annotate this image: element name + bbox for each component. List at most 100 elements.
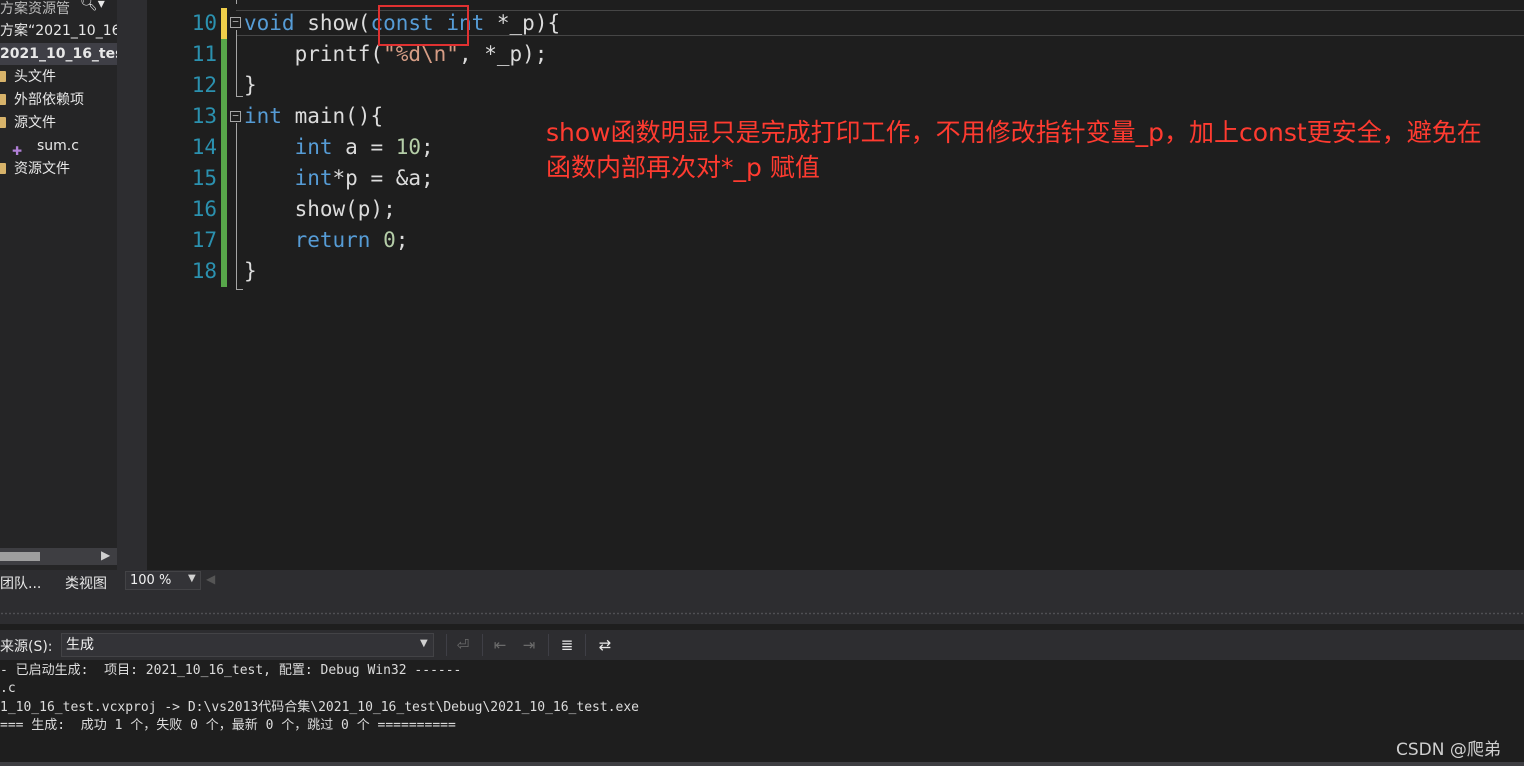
- chevron-down-icon[interactable]: ▼: [420, 638, 428, 649]
- annotation-highlight-box: [378, 5, 469, 46]
- code-line[interactable]: int a = 10;: [244, 132, 434, 163]
- token-ident: a =: [332, 135, 396, 159]
- token-number: 10: [395, 135, 422, 159]
- tree-project[interactable]: 2021_10_16_test: [0, 43, 117, 65]
- scroll-left-icon[interactable]: ◀: [206, 572, 215, 586]
- word-wrap-icon[interactable]: ⇄: [595, 635, 615, 655]
- line-number: 14: [191, 135, 217, 159]
- line-number: 15: [191, 166, 217, 190]
- token-ident: main(){: [281, 104, 384, 128]
- toolbar-separator: [585, 634, 586, 656]
- editor-status-bar: 团队... 类视图: [0, 570, 1524, 592]
- line-number: 16: [191, 197, 217, 221]
- token-ident: [244, 197, 295, 221]
- tree-file-sum[interactable]: ✚ sum.c: [0, 135, 79, 158]
- line-number: 18: [191, 259, 217, 283]
- tree-label: 方案“2021_10_16: [0, 23, 117, 39]
- annotation-text: show函数明显只是完成打印工作，不用修改指针变量_p，加上const更安全，避…: [546, 118, 1482, 182]
- code-line[interactable]: show(p);: [244, 194, 396, 225]
- panel-splitter[interactable]: [0, 592, 1524, 624]
- editor-margin-strip: [117, 0, 147, 570]
- collapse-icon[interactable]: −: [230, 110, 241, 122]
- tree-label: 2021_10_16_test: [0, 46, 117, 62]
- bottom-border: [0, 762, 1524, 766]
- fold-guide: [236, 96, 243, 97]
- token-keyword: int: [294, 166, 333, 190]
- next-message-icon[interactable]: ⇥: [519, 635, 539, 655]
- code-line[interactable]: return 0;: [244, 225, 409, 256]
- line-number: 13: [191, 104, 217, 128]
- folder-icon: [0, 94, 6, 105]
- token-keyword: void: [244, 11, 295, 35]
- line-number: 10: [191, 11, 217, 35]
- drag-grip[interactable]: [0, 612, 1524, 615]
- code-line[interactable]: }: [244, 256, 257, 287]
- fold-guide: [236, 289, 243, 290]
- search-icon[interactable]: 🔍︎▾: [80, 0, 105, 12]
- token-keyword: int: [244, 104, 282, 128]
- line-number: 17: [191, 228, 217, 252]
- fold-guide: [236, 30, 237, 96]
- previous-message-icon[interactable]: ⇤: [490, 635, 510, 655]
- chevron-down-icon[interactable]: ▼: [188, 573, 196, 584]
- toolbar-separator: [482, 634, 483, 656]
- toolbar-separator: [548, 634, 549, 656]
- tree-label: 源文件: [14, 115, 56, 131]
- token-ident: [244, 228, 295, 252]
- watermark: CSDN @爬弟: [1396, 740, 1501, 760]
- token-ident: [244, 135, 295, 159]
- solution-explorer-title: 方案资源管: [0, 1, 70, 17]
- token-ident: printf(: [244, 42, 384, 66]
- token-number: 0: [383, 228, 396, 252]
- tree-label: sum.c: [37, 138, 79, 154]
- scrollbar-thumb[interactable]: [0, 552, 40, 561]
- tree-folder-sources[interactable]: 源文件: [0, 112, 56, 134]
- tree-label: 头文件: [14, 69, 56, 85]
- line-number: 12: [191, 73, 217, 97]
- output-source-select[interactable]: 生成: [61, 633, 434, 657]
- token-ident: *_p){: [484, 11, 561, 35]
- output-line: === 生成: 成功 1 个，失败 0 个，最新 0 个，跳过 0 个 ====…: [0, 718, 456, 733]
- folder-icon: [0, 117, 6, 128]
- change-marker-saved: [221, 39, 227, 287]
- token-ident: ;: [421, 135, 434, 159]
- code-editor[interactable]: [147, 0, 1524, 570]
- toolbar-separator: [446, 634, 447, 656]
- output-line: 1_10_16_test.vcxproj -> D:\vs2013代码合集\20…: [0, 700, 639, 715]
- clear-all-icon[interactable]: ≣: [557, 635, 577, 655]
- scroll-right-icon[interactable]: ▶: [101, 548, 110, 562]
- line-number: 11: [191, 42, 217, 66]
- tree-solution[interactable]: 方案“2021_10_16: [0, 20, 117, 42]
- editor-vertical-scrollbar[interactable]: [1513, 0, 1524, 570]
- folder-icon: [0, 71, 6, 82]
- token-ident: *p = &a;: [332, 166, 434, 190]
- tree-folder-headers[interactable]: 头文件: [0, 66, 56, 88]
- folder-icon: [0, 163, 6, 174]
- collapse-icon[interactable]: −: [230, 16, 241, 28]
- token-ident: show(: [294, 11, 371, 35]
- change-marker-unsaved: [221, 8, 227, 39]
- tree-folder-resources[interactable]: 资源文件: [0, 158, 70, 180]
- token-keyword: return: [294, 228, 371, 252]
- token-ident: [370, 228, 383, 252]
- code-line[interactable]: int*p = &a;: [244, 163, 434, 194]
- token-ident: [244, 166, 295, 190]
- output-source-label: 来源(S):: [0, 639, 53, 655]
- token-ident: show(p);: [294, 197, 396, 221]
- token-ident: ;: [395, 228, 409, 252]
- code-line[interactable]: }: [244, 70, 257, 101]
- output-line: .c: [0, 681, 16, 696]
- tab-class-view[interactable]: 类视图: [65, 573, 107, 593]
- tree-label: 外部依赖项: [14, 92, 84, 108]
- fold-guide: [236, 123, 237, 289]
- code-line[interactable]: int main(){: [244, 101, 383, 132]
- tab-team-explorer[interactable]: 团队...: [0, 573, 41, 593]
- token-ident: , *_p);: [458, 42, 548, 66]
- fold-guide: [236, 0, 237, 4]
- output-line: - 已启动生成: 项目: 2021_10_16_test, 配置: Debug …: [0, 663, 462, 678]
- solution-explorer: 方案资源管 方案“2021_10_16 2021_10_16_test 头文件 …: [0, 0, 117, 570]
- token-keyword: int: [294, 135, 333, 159]
- goto-message-icon[interactable]: ⏎: [453, 635, 473, 655]
- tree-label: 资源文件: [14, 161, 70, 177]
- tree-folder-external[interactable]: 外部依赖项: [0, 89, 84, 111]
